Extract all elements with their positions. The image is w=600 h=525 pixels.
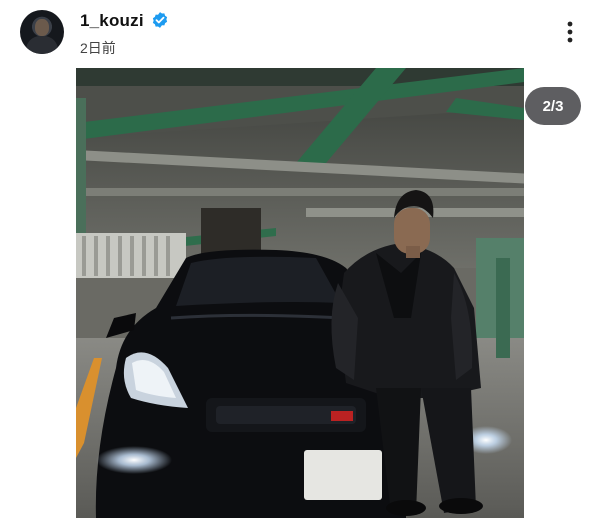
more-vertical-icon[interactable]	[560, 18, 580, 46]
post-header: 1_kouzi 2日前	[0, 0, 600, 68]
username[interactable]: 1_kouzi	[80, 11, 144, 31]
avatar[interactable]	[20, 10, 64, 54]
verified-badge-icon	[152, 12, 168, 28]
image-counter-badge: 2/3	[525, 87, 581, 125]
post-photo[interactable]	[76, 68, 524, 518]
post-timestamp: 2日前	[80, 40, 116, 56]
